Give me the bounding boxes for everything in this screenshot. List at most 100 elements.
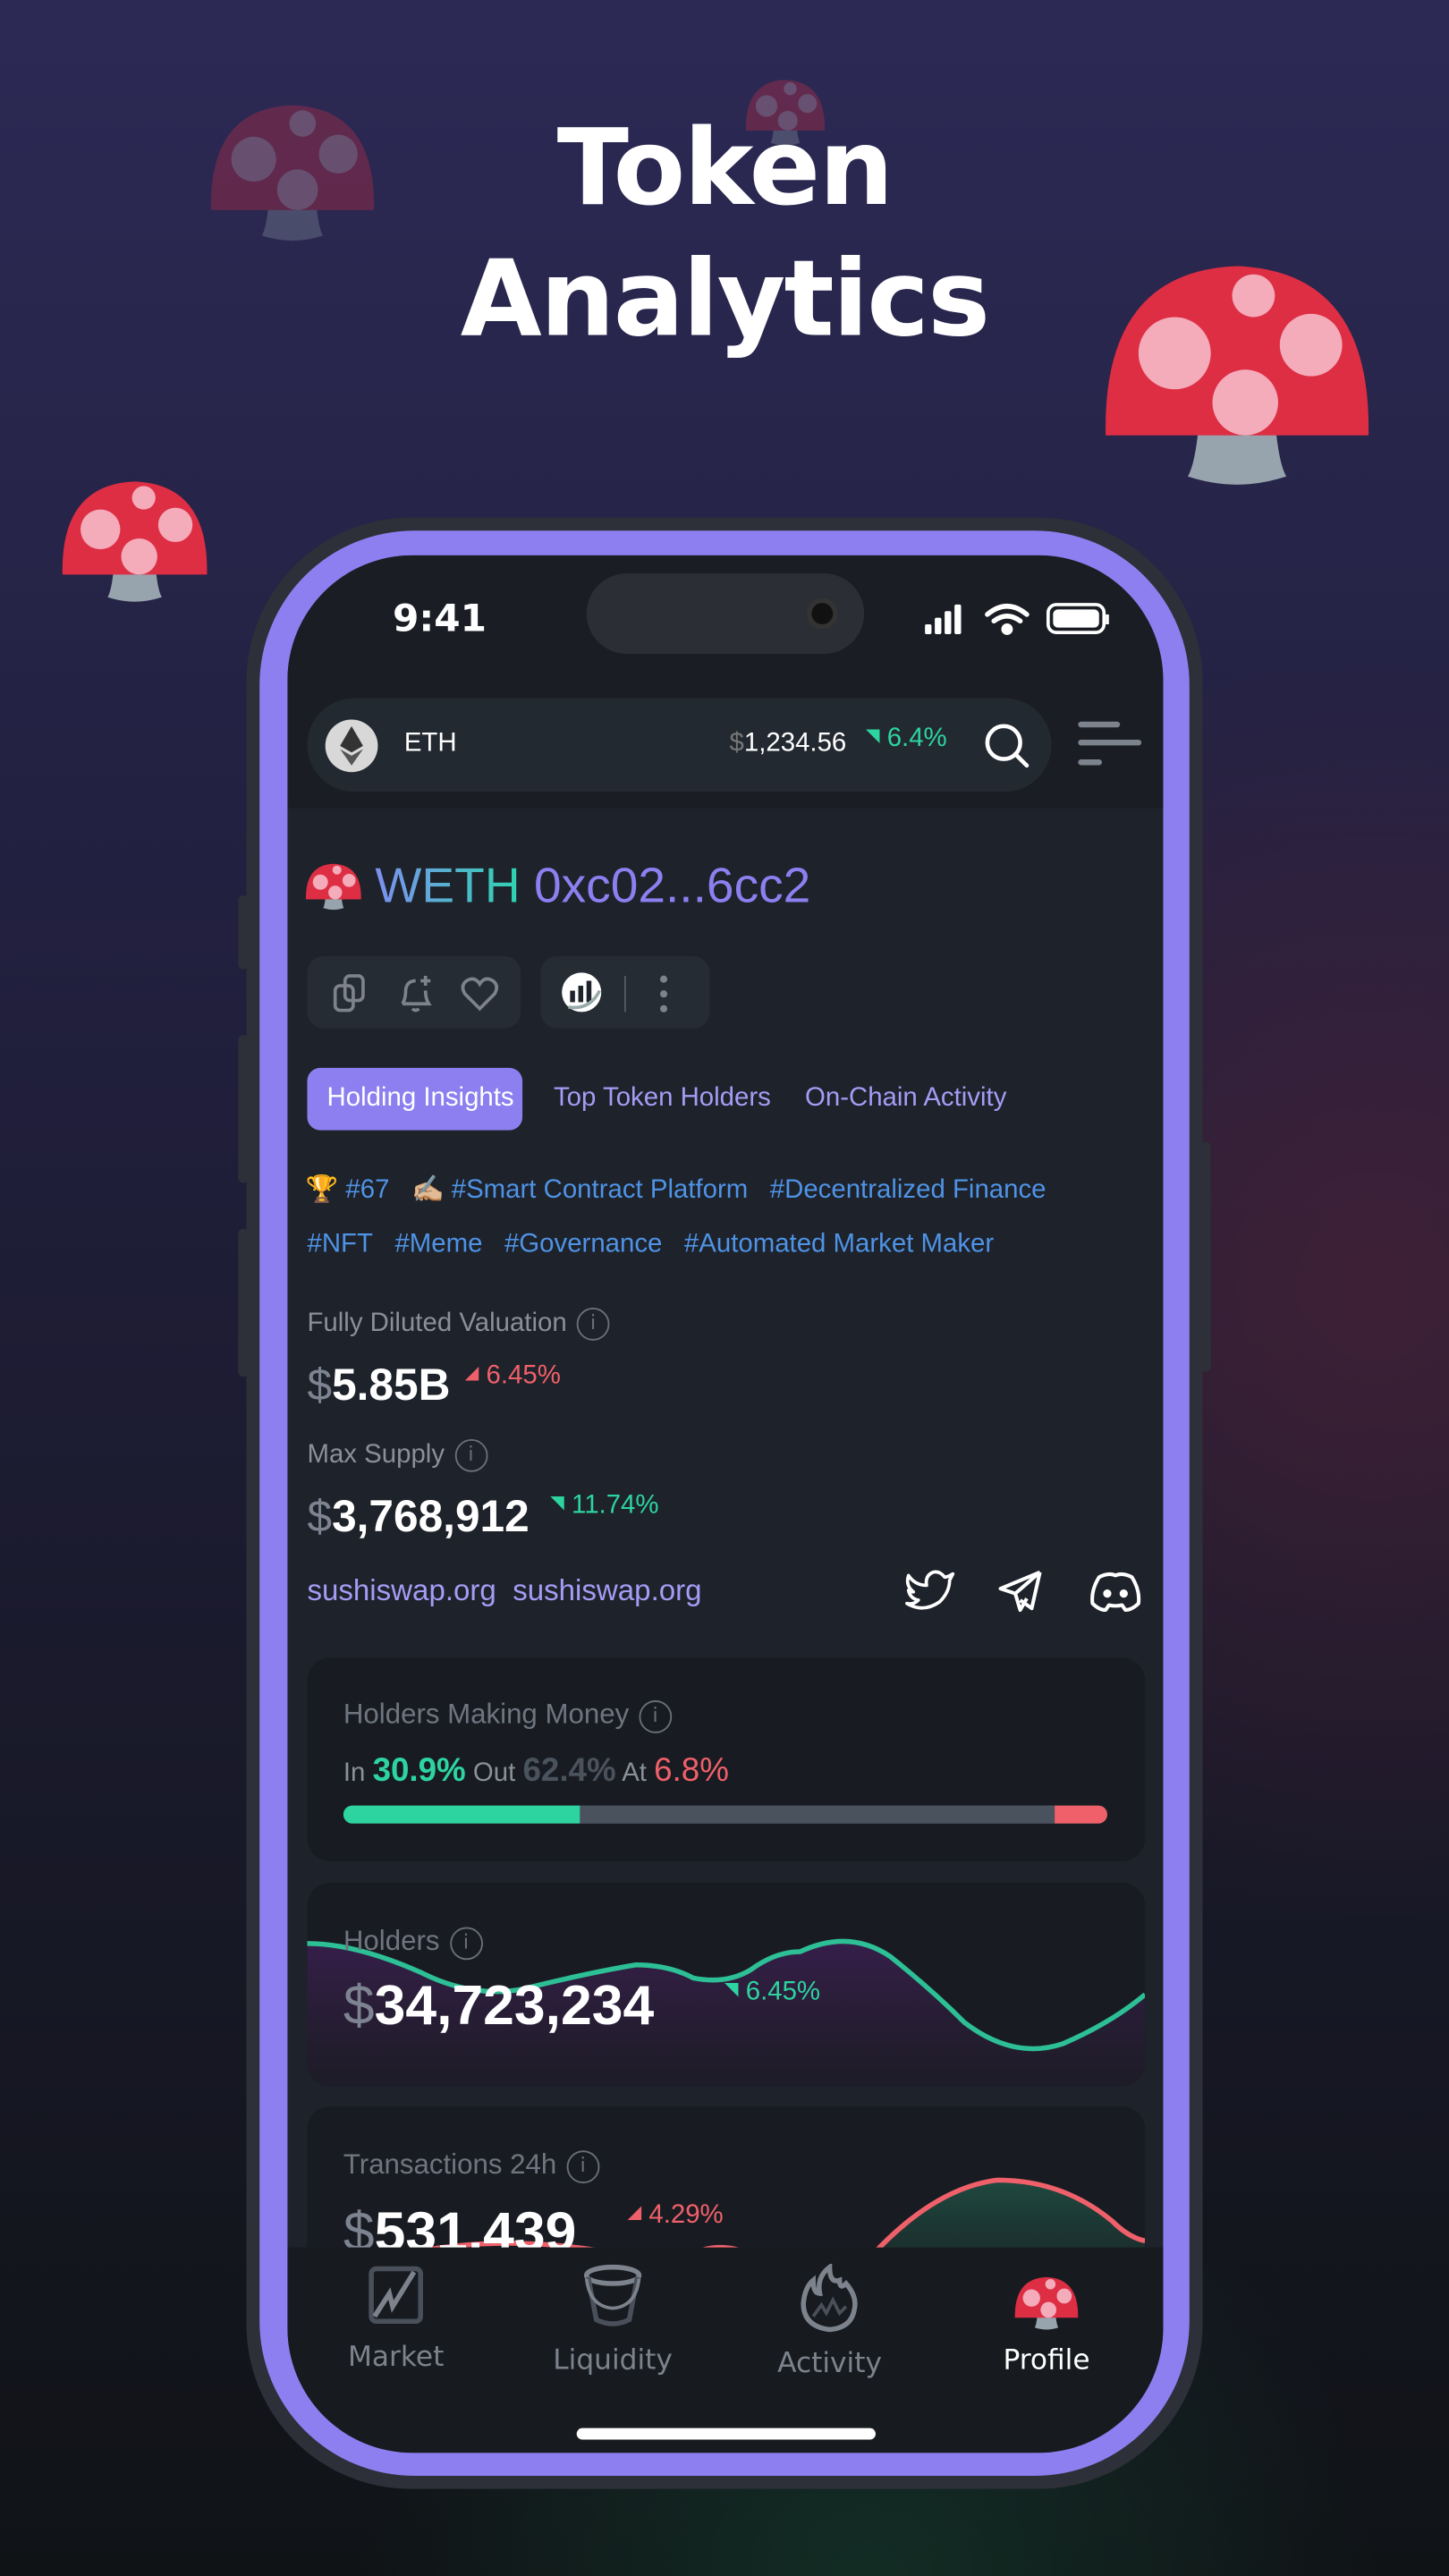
mushroom-icon [1014,2276,1079,2330]
bucket-icon [583,2264,642,2326]
telegram-icon[interactable] [996,1567,1045,1616]
in-label: In [343,1759,366,1788]
card-title: Holders i [343,1925,483,1960]
tags-row-1: 🏆 #67 ✍🏼 #Smart Contract Platform #Decen… [306,1173,1046,1206]
max-supply-value: $3,768,912 [307,1492,529,1543]
signal-icon [925,604,962,634]
mushroom-icon [305,863,361,911]
out-label: Out [472,1759,516,1788]
currency: $ [307,1491,333,1541]
holders-change: ◥ 6.45% [724,1978,820,2007]
holders-money-bar [343,1805,1107,1824]
triangle-down-icon: ◢ [627,2203,642,2224]
holders-card: Holders i $34,723,234 ◥ 6.45% [307,1882,1146,2087]
bar-at-segment [1055,1805,1107,1824]
bell-plus-icon[interactable] [396,972,436,1015]
token-title: WETH 0xc02...6cc2 [305,851,810,915]
token-address[interactable]: 0xc02...6cc2 [534,860,810,914]
tab-on-chain-activity[interactable]: On-Chain Activity [805,1084,1006,1114]
bottom-nav: Market Liquidity Activity Profile [287,2247,1164,2453]
out-value: 62.4% [522,1752,616,1790]
rank-tag[interactable]: #67 [345,1176,389,1204]
heart-icon[interactable] [460,976,499,1012]
fire-icon [801,2262,858,2333]
battery-icon [1046,603,1109,634]
triangle-up-icon: ◥ [550,1493,564,1513]
holders-money-stats: In 30.9% Out 62.4% At 6.8% [343,1753,729,1791]
info-icon[interactable]: i [449,1926,483,1960]
dynamic-island [586,573,865,655]
nav-liquidity[interactable]: Liquidity [514,2264,711,2377]
nav-market[interactable]: Market [297,2264,494,2374]
label-text: Fully Diluted Valuation [307,1309,567,1338]
market-chart-icon [369,2266,423,2325]
max-supply-change: ◥ 11.74% [550,1492,658,1521]
discord-icon[interactable] [1089,1571,1142,1614]
token-symbol: WETH [375,859,521,914]
token-tools-group [540,955,710,1029]
website-link[interactable]: sushiswap.org [307,1574,496,1607]
coin-search-bar[interactable]: ETH $1,234.56 ◥ 6.4% [307,698,1052,792]
fdv-label: Fully Diluted Valuation i [307,1308,610,1341]
status-time: 9:41 [392,597,487,641]
tags-row-2: #NFT #Meme #Governance #Automated Market… [307,1231,994,1260]
website-link[interactable]: sushiswap.org [513,1574,701,1607]
coin-price: 1,234.56 [743,729,847,758]
ethereum-icon [325,719,378,773]
token-actions-group [307,955,521,1029]
app-promo: Token Analytics 9:41 ETH $1,234.56 ◥ 6.4… [0,0,1449,2576]
hero-title-line2: Analytics [460,240,990,362]
nav-label: Activity [777,2347,882,2381]
coin-change: 6.4% [886,724,947,753]
currency: $ [343,1974,375,2038]
search-icon[interactable] [984,723,1030,768]
info-icon[interactable]: i [454,1438,487,1472]
label-text: Holders [343,1925,440,1957]
value: 3,768,912 [332,1491,530,1541]
at-value: 6.8% [654,1752,729,1790]
value: 5.85B [332,1360,451,1410]
tag[interactable]: #NFT [307,1231,372,1258]
tag[interactable]: #Automated Market Maker [684,1231,994,1258]
links: sushiswap.org sushiswap.org [307,1574,701,1609]
max-supply-label: Max Supply i [307,1438,487,1472]
in-value: 30.9% [372,1752,466,1790]
tab-holding-insights[interactable]: Holding Insights [307,1067,523,1131]
coin-symbol: ETH [403,729,457,758]
triangle-up-icon: ◥ [865,725,880,746]
status-icons [925,603,1109,635]
tag[interactable]: #Decentralized Finance [770,1176,1046,1204]
tag[interactable]: #Smart Contract Platform [452,1176,749,1204]
change: 6.45% [486,1361,561,1390]
analytics-icon[interactable] [560,971,603,1014]
label-text: Transactions 24h [343,2148,557,2181]
tag[interactable]: #Governance [504,1231,662,1258]
at-label: At [622,1759,647,1788]
price-currency: $ [729,729,744,758]
info-icon[interactable]: i [566,2149,600,2183]
divider [623,976,626,1013]
info-icon[interactable]: i [576,1308,610,1341]
value: 34,723,234 [374,1974,655,2038]
nav-label: Liquidity [553,2344,673,2377]
menu-icon[interactable] [1078,719,1143,768]
holders-making-money-card: Holders Making Money i In 30.9% Out 62.4%… [307,1657,1146,1862]
copy-icon[interactable] [332,974,368,1013]
wifi-icon [985,604,1030,635]
nav-profile[interactable]: Profile [948,2264,1145,2377]
tab-top-token-holders[interactable]: Top Token Holders [554,1084,771,1114]
mushroom-icon [62,481,208,602]
bar-out-segment [579,1805,1055,1824]
phone-screen: 9:41 ETH $1,234.56 ◥ 6.4% WETH 0xc02...6… [287,555,1164,2453]
transactions-change: ◢ 4.29% [628,2201,724,2231]
bar-in-segment [343,1805,580,1824]
holders-value: $34,723,234 [343,1975,654,2039]
change: 4.29% [648,2201,724,2230]
nav-label: Profile [1003,2344,1090,2377]
nav-activity[interactable]: Activity [731,2262,928,2381]
twitter-icon[interactable] [903,1567,956,1613]
more-vertical-icon[interactable] [659,974,669,1013]
tag[interactable]: #Meme [394,1231,482,1258]
change: 11.74% [572,1491,659,1520]
info-icon[interactable]: i [639,1699,672,1733]
